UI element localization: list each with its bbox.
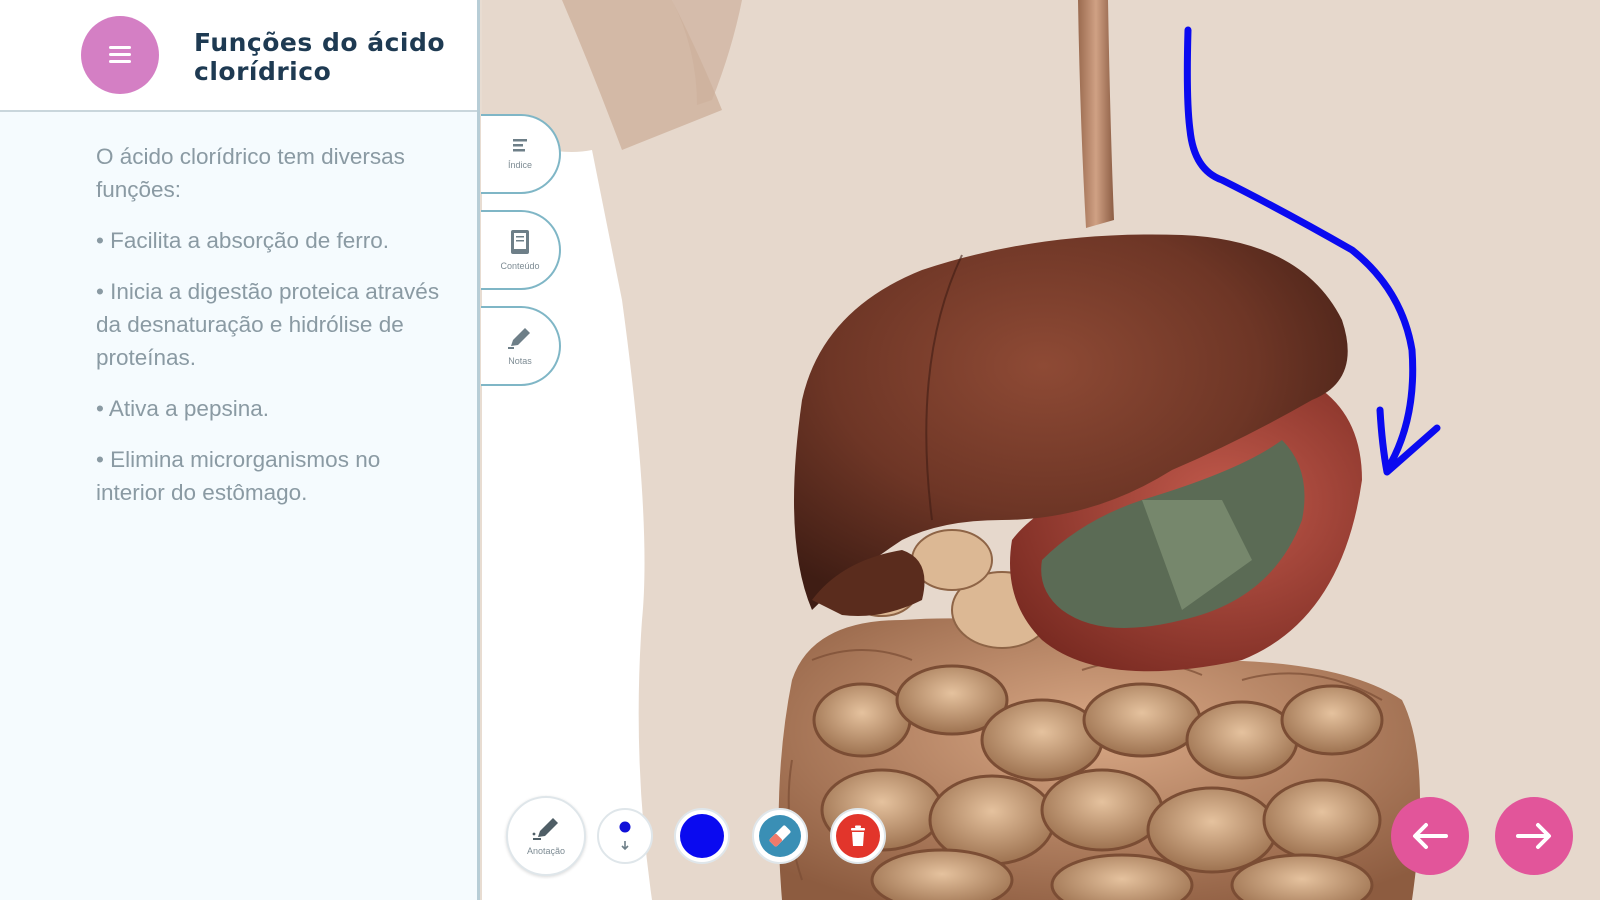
delete-annotations-button[interactable] bbox=[830, 808, 886, 864]
digestive-system-model bbox=[482, 0, 1600, 900]
arrow-right-icon bbox=[1516, 823, 1551, 849]
annotation-label: Anotação bbox=[526, 846, 566, 856]
current-color-swatch bbox=[680, 814, 724, 858]
color-picker-button[interactable] bbox=[674, 808, 730, 864]
content-panel: Funções do ácido clorídrico O ácido clor… bbox=[0, 0, 480, 900]
trash-icon bbox=[836, 814, 880, 858]
arrow-left-icon bbox=[1413, 823, 1448, 849]
tab-label: Notas bbox=[508, 356, 532, 366]
paragraph: O ácido clorídrico tem diversas funções: bbox=[96, 144, 405, 202]
eraser-button[interactable] bbox=[752, 808, 808, 864]
book-icon bbox=[511, 230, 529, 254]
bullet-item: • Elimina microrganismos no interior do … bbox=[96, 447, 381, 505]
pencil-icon bbox=[508, 328, 530, 349]
anatomy-3d-viewport[interactable] bbox=[482, 0, 1600, 900]
menu-button[interactable] bbox=[81, 16, 159, 94]
lesson-text: O ácido clorídrico tem diversas funções:… bbox=[96, 140, 446, 527]
tab-notes[interactable]: Notas bbox=[481, 306, 561, 386]
previous-page-button[interactable] bbox=[1391, 797, 1469, 875]
annotation-button[interactable]: Anotação bbox=[506, 796, 586, 876]
brush-size-button[interactable] bbox=[597, 808, 653, 864]
tab-content[interactable]: Conteúdo bbox=[481, 210, 561, 290]
index-list-icon bbox=[513, 139, 527, 152]
bullet-item: • Ativa a pepsina. bbox=[96, 396, 269, 421]
bullet-item: • Facilita a absorção de ferro. bbox=[96, 228, 390, 253]
eraser-icon bbox=[759, 815, 801, 857]
tab-label: Conteúdo bbox=[500, 261, 540, 271]
tab-index[interactable]: Índice bbox=[481, 114, 561, 194]
pencil-icon bbox=[532, 818, 558, 840]
menu-icon bbox=[109, 46, 131, 64]
brush-size-icon bbox=[619, 821, 631, 851]
panel-header: Funções do ácido clorídrico bbox=[0, 0, 477, 112]
next-page-button[interactable] bbox=[1495, 797, 1573, 875]
bullet-item: • Inicia a digestão proteica através da … bbox=[96, 279, 440, 370]
page-title: Funções do ácido clorídrico bbox=[194, 28, 446, 86]
tab-label: Índice bbox=[507, 160, 533, 170]
